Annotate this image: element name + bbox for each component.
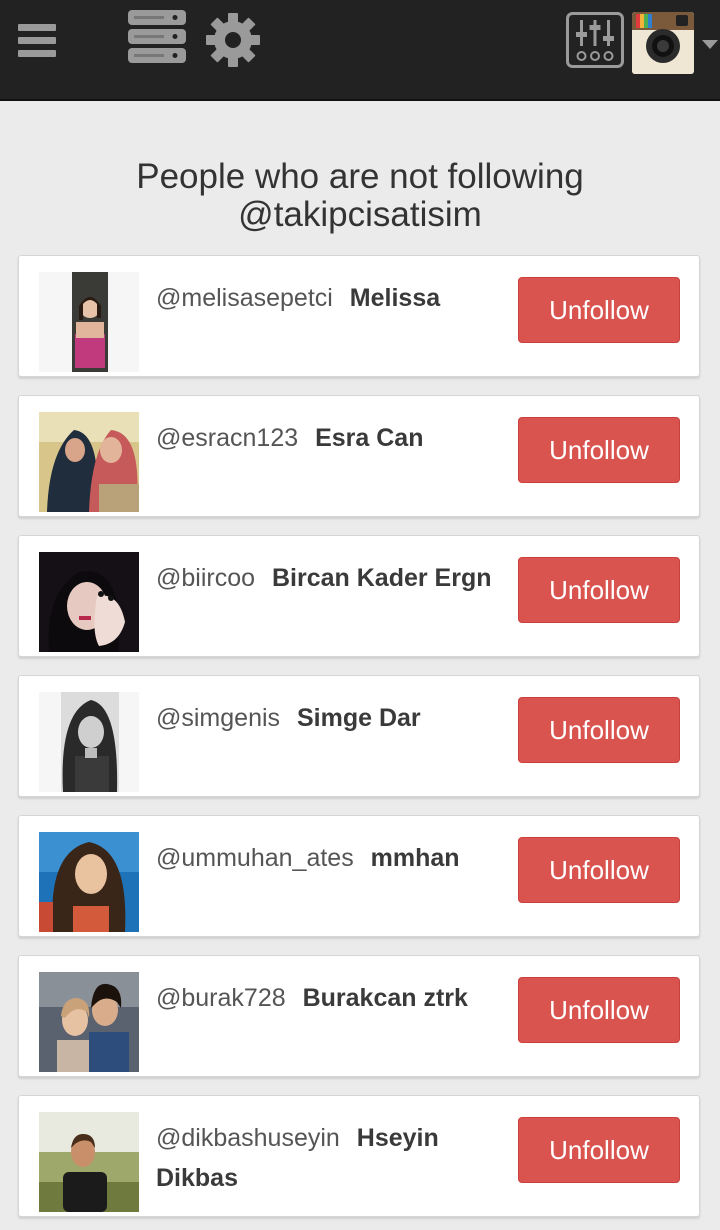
user-info: @esracn123 Esra Can [156,418,501,458]
profile-photo-image [39,412,139,512]
user-info: @simgenis Simge Dar [156,698,501,738]
username[interactable]: @melisasepetci [156,284,333,312]
user-info: @biircoo Bircan Kader Ergn [156,558,501,598]
profile-photo[interactable] [39,972,139,1072]
list-item: @dikbashuseyin Hseyin Dikbas Unfollow [18,1095,700,1217]
username[interactable]: @esracn123 [156,424,298,452]
server-stack-icon[interactable] [128,10,186,64]
gear-icon[interactable] [204,12,262,68]
profile-photo[interactable] [39,272,139,372]
unfollow-button[interactable]: Unfollow [518,977,680,1043]
list-item: @melisasepetci Melissa Unfollow [18,255,700,377]
display-name: Burakcan ztrk [302,984,468,1012]
profile-photo[interactable] [39,832,139,932]
display-name: Bircan Kader Ergn [271,564,492,592]
display-name: Esra Can [315,424,424,452]
profile-photo-image [39,692,139,792]
sliders-icon[interactable] [566,12,624,68]
profile-photo-image [39,272,139,372]
profile-photo[interactable] [39,412,139,512]
page-title-line-2: @takipcisatisim [238,195,482,234]
profile-photo[interactable] [39,552,139,652]
unfollow-button[interactable]: Unfollow [518,1117,680,1183]
page-title: People who are not following @takipcisat… [0,158,720,234]
user-info: @dikbashuseyin Hseyin Dikbas [156,1118,501,1198]
profile-photo[interactable] [39,1112,139,1212]
caret-down-icon[interactable] [702,40,718,50]
profile-photo[interactable] [39,692,139,792]
profile-photo-image [39,1112,139,1212]
user-info: @burak728 Burakcan ztrk [156,978,501,1018]
list-item: @simgenis Simge Dar Unfollow [18,675,700,797]
display-name: Simge Dar [296,704,421,732]
list-item: @esracn123 Esra Can Unfollow [18,395,700,517]
list-item: @ummuhan_ates mmhan Unfollow [18,815,700,937]
user-info: @melisasepetci Melissa [156,278,501,318]
unfollow-button[interactable]: Unfollow [518,837,680,903]
username[interactable]: @biircoo [156,564,255,592]
page-title-line-1: People who are not following [136,157,584,196]
username[interactable]: @simgenis [156,704,280,732]
display-name: mmhan [370,844,460,872]
list-item: @biircoo Bircan Kader Ergn Unfollow [18,535,700,657]
unfollow-button[interactable]: Unfollow [518,557,680,623]
profile-photo-image [39,552,139,652]
username[interactable]: @burak728 [156,984,286,1012]
user-list: @melisasepetci Melissa Unfollow @esracn1… [18,255,700,1230]
list-item: @burak728 Burakcan ztrk Unfollow [18,955,700,1077]
account-avatar[interactable] [632,12,694,74]
unfollow-button[interactable]: Unfollow [518,277,680,343]
display-name: Melissa [349,284,441,312]
unfollow-button[interactable]: Unfollow [518,697,680,763]
profile-photo-image [39,832,139,932]
username[interactable]: @ummuhan_ates [156,844,354,872]
unfollow-button[interactable]: Unfollow [518,417,680,483]
username[interactable]: @dikbashuseyin [156,1124,340,1152]
profile-photo-image [39,972,139,1072]
user-info: @ummuhan_ates mmhan [156,838,501,878]
menu-icon[interactable] [18,22,56,60]
instagram-camera-icon [632,12,694,74]
top-navigation-bar [0,0,720,101]
